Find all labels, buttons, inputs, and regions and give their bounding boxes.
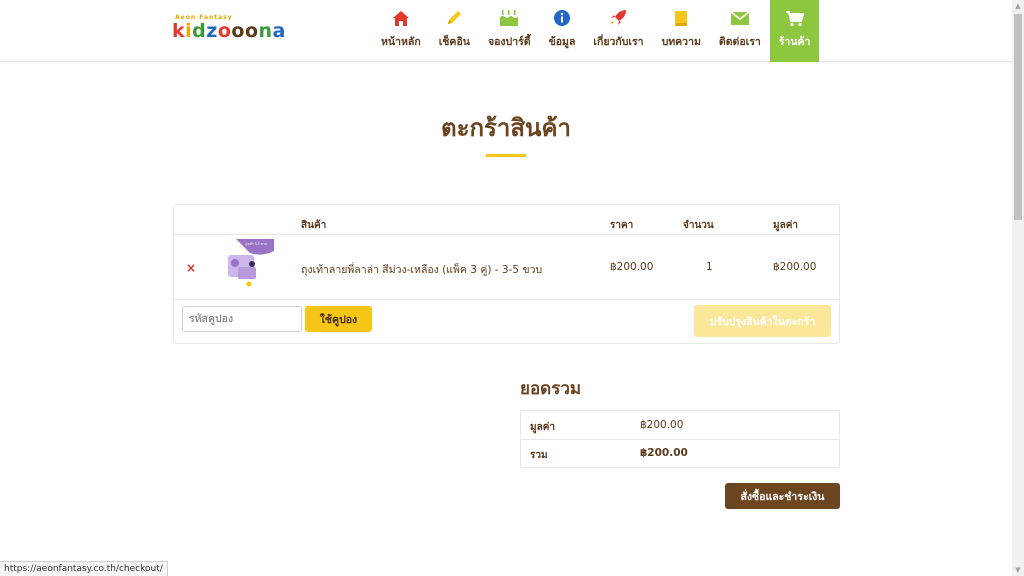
nav-articles[interactable]: บทความ [653, 0, 710, 62]
nav-about[interactable]: เกี่ยวกับเรา [584, 0, 652, 62]
product-price: ฿200.00 [610, 261, 654, 273]
cart-totals-title: ยอดรวม [520, 379, 582, 399]
product-quantity[interactable]: 1 [706, 261, 713, 273]
header-quantity: จำนวน [683, 220, 714, 231]
apply-coupon-button[interactable]: ใช้คูปอง [305, 306, 372, 332]
checkout-button[interactable]: สั่งซื้อและชำระเงิน [725, 483, 840, 509]
rocket-icon [609, 8, 627, 28]
pencil-icon [445, 8, 463, 28]
logo-letter: k [172, 20, 186, 42]
site-header: Aeon Fantasy kidzooona หน้าหลัก เช็คอิน … [0, 0, 1012, 62]
total-label: รวม [530, 450, 548, 461]
envelope-icon [730, 8, 750, 28]
coupon-input[interactable] [182, 306, 302, 332]
product-subtotal: ฿200.00 [773, 261, 817, 273]
home-icon [392, 8, 410, 28]
status-bar-url: https://aeonfantasy.co.th/checkout/ [0, 561, 168, 576]
nav-label: บทความ [661, 36, 701, 48]
cake-icon [499, 8, 519, 28]
scrollbar-thumb[interactable] [1014, 14, 1022, 220]
divider [174, 234, 839, 235]
divider [174, 299, 839, 300]
scroll-up-arrow-icon[interactable]: ▲ [1014, 2, 1022, 10]
nav-info[interactable]: ข้อมูล [540, 0, 585, 62]
logo-letter: d [192, 20, 207, 42]
book-icon [672, 8, 690, 28]
info-icon [553, 8, 571, 28]
nav-label: หน้าหลัก [381, 36, 421, 48]
nav-label: จองปาร์ตี้ [487, 36, 531, 48]
logo-wordmark: kidzooona [172, 20, 286, 42]
nav-label: เช็คอิน [438, 36, 470, 48]
logo-letter: z [206, 20, 218, 42]
update-cart-button[interactable]: ปรับปรุงสินค้าในตะกร้า [694, 305, 831, 337]
header-subtotal: มูลค่า [773, 220, 799, 231]
nav-home[interactable]: หน้าหลัก [372, 0, 430, 62]
total-value: ฿200.00 [640, 447, 688, 459]
subtotal-value: ฿200.00 [640, 419, 684, 431]
nav-label: ติดต่อเรา [718, 36, 761, 48]
page-title: ตะกร้าสินค้า [441, 114, 571, 142]
divider [521, 439, 839, 440]
nav-label: ข้อมูล [548, 36, 576, 48]
product-thumbnail[interactable]: ถุงเท้า 3-5 ขวบ [222, 237, 276, 291]
nav-contact[interactable]: ติดต่อเรา [710, 0, 770, 62]
nav-label: เกี่ยวกับเรา [593, 36, 644, 48]
remove-item-button[interactable]: × [186, 261, 196, 275]
main-nav: หน้าหลัก เช็คอิน จองปาร์ตี้ ข้อมูล เกี่ย… [372, 0, 820, 62]
logo-letter: o [217, 20, 232, 42]
subtotal-label: มูลค่า [530, 422, 556, 433]
product-name[interactable]: ถุงเท้าลายพี่ลาล่า สีม่วง-เหลือง (แพ็ค 3… [301, 261, 542, 278]
logo-letter: o [244, 20, 259, 42]
nav-party[interactable]: จองปาร์ตี้ [479, 0, 540, 62]
scroll-down-arrow-icon[interactable]: ▼ [1014, 566, 1022, 574]
logo-letter: a [272, 20, 286, 42]
header-price: ราคา [610, 220, 634, 231]
header-product: สินค้า [301, 220, 327, 231]
cart-table: สินค้า ราคา จำนวน มูลค่า × ถุงเท้า 3-5 ข… [173, 204, 840, 344]
vertical-scrollbar[interactable]: ▲ ▼ [1012, 0, 1024, 576]
kidzoona-logo[interactable]: Aeon Fantasy kidzooona [172, 14, 285, 50]
logo-letter: n [258, 20, 273, 42]
nav-label: ร้านค้า [778, 36, 811, 48]
title-underline [486, 154, 526, 157]
nav-shop[interactable]: ร้านค้า [769, 0, 820, 62]
logo-letter: o [231, 20, 245, 42]
cart-icon [785, 8, 805, 28]
cart-totals-table: มูลค่า ฿200.00 รวม ฿200.00 [520, 410, 840, 468]
nav-checkin[interactable]: เช็คอิน [430, 0, 479, 62]
